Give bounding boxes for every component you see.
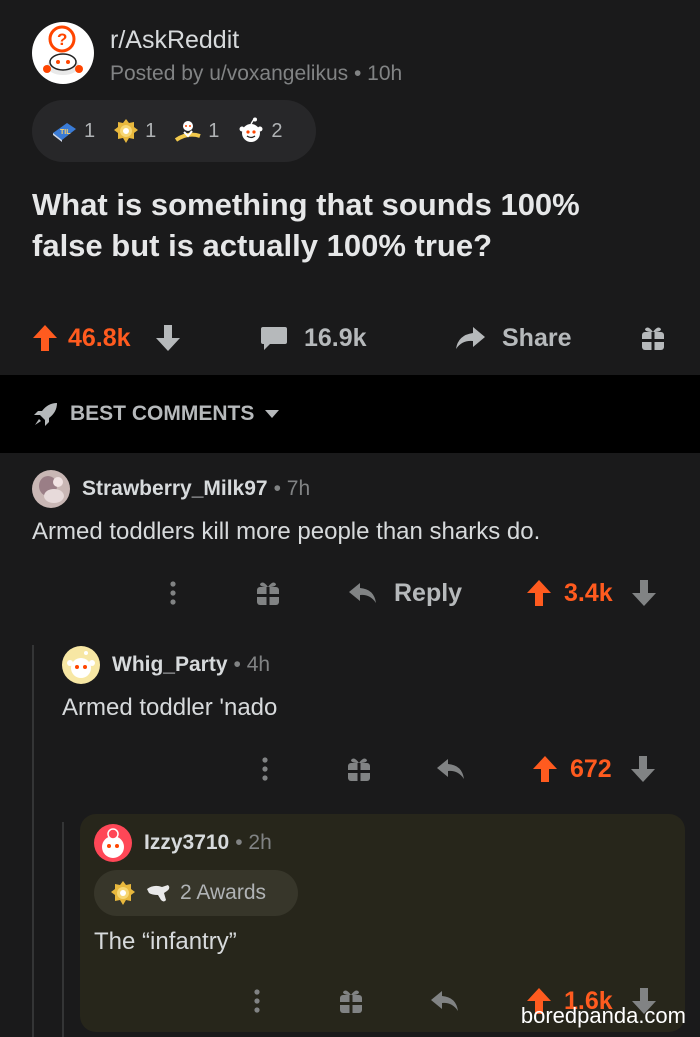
reply-button[interactable] (436, 749, 466, 789)
gift-icon (642, 327, 664, 350)
avatar[interactable] (62, 646, 100, 684)
award-count: 2 (271, 119, 283, 142)
reply-label: Reply (394, 578, 463, 607)
post-action-bar: 46.8k 16.9k Share (0, 310, 700, 366)
comment-body: The “infantry” (94, 928, 237, 955)
share-arrow-icon (456, 327, 485, 349)
comment-header: Strawberry_Milk97 • 7h (32, 470, 310, 508)
svg-text:?: ? (57, 30, 67, 49)
snoo-surf-award-icon (175, 121, 201, 142)
svg-text:TIL: TIL (60, 129, 71, 136)
comment-header: Whig_Party • 4h (62, 646, 270, 684)
comment-time: • 2h (235, 831, 272, 854)
share-label: Share (502, 323, 572, 352)
comment-count: 16.9k (304, 323, 367, 352)
award-count: 1 (208, 119, 220, 142)
subreddit-name[interactable]: r/AskReddit (110, 26, 239, 55)
awards-count-label: 2 Awards (180, 881, 266, 904)
more-options-button[interactable] (168, 573, 178, 613)
sort-label: BEST COMMENTS (70, 402, 255, 425)
post-vote-group: 46.8k (32, 323, 181, 353)
gift-icon (340, 990, 362, 1013)
downvote-arrow-icon[interactable] (155, 323, 181, 353)
askreddit-icon: ? (43, 25, 83, 75)
watermark: boredpanda.com (520, 1003, 686, 1028)
reply-arrow-icon (349, 583, 376, 603)
comment-header: Izzy3710 • 2h (94, 824, 272, 862)
more-options-button[interactable] (260, 749, 270, 789)
kebab-menu-icon (170, 581, 176, 605)
comment-time: • 4h (233, 653, 271, 676)
downvote-arrow-icon[interactable] (630, 754, 656, 784)
comment-username[interactable]: Izzy3710 (144, 831, 229, 855)
comment-username[interactable]: Strawberry_Milk97 (82, 477, 268, 501)
comments-button[interactable]: 16.9k (260, 324, 367, 353)
reply-button[interactable]: Reply (348, 573, 462, 613)
post-title[interactable]: What is something that sounds 100% false… (32, 184, 652, 266)
upvote-arrow-icon[interactable] (32, 323, 58, 353)
comment-icon (261, 327, 287, 350)
avatar[interactable] (94, 824, 132, 862)
comment-vote-group: 672 (532, 749, 656, 789)
gold-award-icon (111, 881, 135, 905)
upvote-arrow-icon[interactable] (526, 578, 552, 608)
kebab-menu-icon (262, 757, 268, 781)
gift-icon (348, 758, 370, 781)
comment-time: • 7h (273, 477, 311, 500)
comment-body: Armed toddler 'nado (62, 694, 278, 721)
gold-award-icon (114, 119, 139, 143)
more-options-button[interactable] (252, 981, 262, 1021)
chevron-down-icon (265, 410, 280, 418)
downvote-arrow-icon[interactable] (631, 578, 657, 608)
comment-action-bar: Reply 3.4k (0, 573, 700, 613)
share-button[interactable]: Share (454, 324, 571, 353)
post-gift-button[interactable] (640, 324, 666, 352)
avatar[interactable] (32, 470, 70, 508)
gift-button[interactable] (338, 981, 364, 1021)
award-count: 1 (84, 119, 96, 142)
hand-award-icon (147, 885, 170, 902)
post-awards[interactable]: TIL 1 1 1 2 (32, 100, 316, 162)
thread-line[interactable] (32, 645, 34, 1037)
subreddit-avatar[interactable]: ? (32, 22, 94, 84)
gift-button[interactable] (255, 573, 281, 613)
comment-body: Armed toddlers kill more people than sha… (32, 518, 541, 545)
award-item: 1 (174, 118, 219, 144)
snoo-award-icon (239, 117, 263, 142)
reply-button[interactable] (430, 981, 460, 1021)
award-item: 2 (237, 117, 283, 145)
reply-arrow-icon (431, 991, 458, 1011)
comment-awards[interactable]: 2 Awards (94, 870, 298, 916)
post-upvote-count: 46.8k (68, 323, 131, 352)
award-item: 1 (113, 118, 156, 144)
sort-comments-header[interactable]: BEST COMMENTS (0, 375, 700, 453)
upvote-arrow-icon[interactable] (532, 754, 558, 784)
post: ? r/AskReddit Posted by u/voxangelikus •… (0, 0, 700, 375)
award-count: 1 (145, 119, 157, 142)
comment-upvote-count: 672 (570, 754, 612, 783)
comment-username[interactable]: Whig_Party (112, 653, 228, 677)
rocket-icon (34, 403, 57, 426)
reply-arrow-icon (437, 759, 464, 779)
comment-vote-group: 3.4k (526, 573, 657, 613)
comment-upvote-count: 3.4k (564, 578, 613, 607)
award-item: TIL 1 (50, 119, 95, 143)
gift-icon (257, 582, 279, 605)
kebab-menu-icon (254, 989, 260, 1013)
comment-action-bar: 672 (0, 749, 700, 789)
gift-button[interactable] (346, 749, 372, 789)
post-meta: Posted by u/voxangelikus • 10h (110, 62, 403, 85)
book-award-icon: TIL (53, 123, 76, 142)
